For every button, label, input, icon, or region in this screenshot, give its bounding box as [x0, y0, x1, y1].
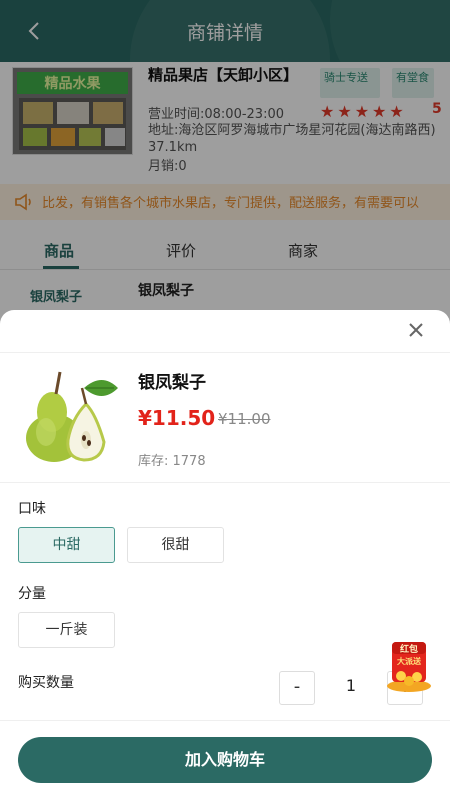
sheet-divider [0, 482, 450, 483]
quantity-value[interactable]: 1 [336, 676, 366, 695]
stock-count: 库存: 1778 [138, 454, 206, 469]
portion-label: 分量 [18, 586, 46, 602]
sheet-divider [0, 720, 450, 721]
promo-text-line1: 红包 [400, 643, 418, 655]
quantity-label: 购买数量 [18, 675, 74, 691]
flavor-option-medium-sweet[interactable]: 中甜 [18, 527, 115, 563]
add-to-cart-button[interactable]: 加入购物车 [18, 737, 432, 783]
quantity-decrease-button[interactable]: - [279, 671, 315, 705]
product-title: 银凤梨子 [138, 373, 206, 393]
current-price: ¥11.50 [138, 406, 216, 430]
pear-image [26, 371, 118, 462]
flavor-option-very-sweet[interactable]: 很甜 [127, 527, 224, 563]
promo-text-line2: 大派送 [397, 656, 422, 666]
original-price: ¥11.00 [218, 410, 271, 428]
sheet-divider [0, 352, 450, 353]
red-packet-icon[interactable]: 红包 大派送 [383, 640, 435, 694]
portion-option-one-jin[interactable]: 一斤装 [18, 612, 115, 648]
close-icon[interactable] [406, 320, 426, 340]
flavor-label: 口味 [18, 501, 46, 517]
